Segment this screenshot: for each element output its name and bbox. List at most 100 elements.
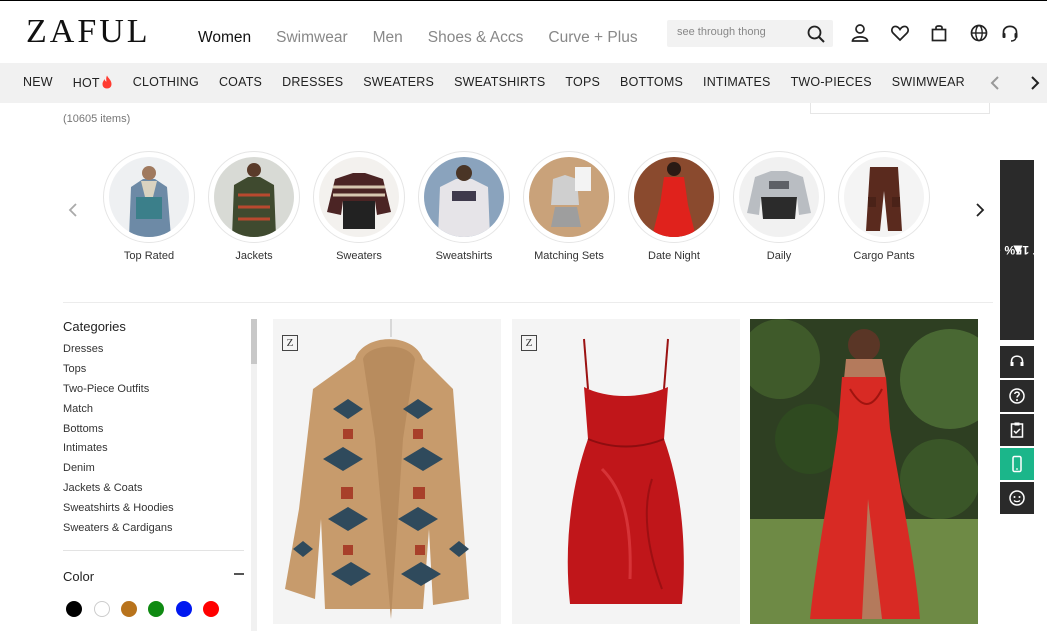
chevron-left-icon[interactable] <box>65 201 81 219</box>
dropdown-edge <box>810 103 990 114</box>
cat-sweaters[interactable]: SWEATERS <box>363 75 434 90</box>
daily-image <box>739 157 819 237</box>
chevron-right-icon[interactable] <box>972 201 988 219</box>
search-icon[interactable] <box>805 23 827 45</box>
product-card-red-satin-gown[interactable] <box>750 319 978 624</box>
product-image <box>512 319 740 624</box>
promo-tab[interactable]: GET 15% OFF ◀ <box>976 160 1047 340</box>
circle-matching-sets[interactable]: Matching Sets <box>521 151 617 262</box>
search-box <box>667 20 833 47</box>
nav-shoes-accs[interactable]: Shoes & Accs <box>428 29 524 47</box>
cat-sweatshirts[interactable]: SWEATSHIRTS <box>454 75 545 90</box>
chevron-right-icon[interactable] <box>1026 73 1044 93</box>
circle-top-rated[interactable]: Top Rated <box>101 151 197 262</box>
site-header: ZAFUL Women Swimwear Men Shoes & Accs Cu… <box>0 1 1047 63</box>
headset-icon <box>1010 355 1024 366</box>
jackets-image <box>214 157 294 237</box>
sidebar-scrollbar[interactable] <box>251 319 257 631</box>
search-input[interactable] <box>677 26 797 38</box>
circle-date-night[interactable]: Date Night <box>626 151 722 262</box>
swatch-white[interactable] <box>94 601 110 617</box>
cat-tops[interactable]: TOPS <box>565 75 600 90</box>
swatch-black[interactable] <box>66 601 82 617</box>
cat-intimates[interactable]: INTIMATES <box>703 75 771 90</box>
cat-hot[interactable]: HOT <box>73 75 113 90</box>
filter-sidebar: Categories Dresses Tops Two-Piece Outfit… <box>63 319 248 541</box>
color-heading: Color <box>63 569 95 584</box>
app-download-button[interactable] <box>1000 448 1034 480</box>
cat-two-pieces[interactable]: TWO-PIECES <box>791 75 872 90</box>
sweatshirts-image <box>424 157 504 237</box>
circle-label: Cargo Pants <box>853 250 915 262</box>
divider <box>63 302 993 303</box>
help-icon <box>1009 388 1025 404</box>
scrollbar-thumb[interactable] <box>251 319 257 364</box>
zaful-badge-icon: Z <box>521 335 537 351</box>
bag-icon[interactable] <box>928 22 950 44</box>
cat-dresses[interactable]: DRESSES <box>282 75 343 90</box>
cat-bottoms[interactable]: BOTTOMS <box>620 75 683 90</box>
cat-new[interactable]: NEW <box>23 75 53 90</box>
cat-swimwear[interactable]: SWIMWEAR <box>892 75 965 90</box>
circle-label: Top Rated <box>123 250 175 262</box>
filter-two-piece-outfits[interactable]: Two-Piece Outfits <box>63 382 248 402</box>
filter-match[interactable]: Match <box>63 402 248 422</box>
swatch-red[interactable] <box>203 601 219 617</box>
circle-daily[interactable]: Daily <box>731 151 827 262</box>
category-circles: Top Rated Jackets Sweaters Sweatshirts M… <box>100 151 940 271</box>
circle-label: Sweatshirts <box>435 250 493 262</box>
swatch-brown[interactable] <box>121 601 137 617</box>
chevron-left-icon[interactable] <box>986 73 1004 93</box>
face-icon <box>1009 490 1025 506</box>
cat-coats[interactable]: COATS <box>219 75 262 90</box>
help-button[interactable] <box>1000 380 1034 412</box>
circle-jackets[interactable]: Jackets <box>206 151 302 262</box>
circle-label: Daily <box>766 250 792 262</box>
circle-cargo-pants[interactable]: Cargo Pants <box>836 151 932 262</box>
filter-dresses[interactable]: Dresses <box>63 342 248 362</box>
cargo-pants-image <box>844 157 924 237</box>
product-image <box>273 319 501 624</box>
nav-men[interactable]: Men <box>373 29 403 47</box>
product-card-aztec-coat[interactable]: Z <box>273 319 501 624</box>
filter-sweaters-cardigans[interactable]: Sweaters & Cardigans <box>63 521 248 541</box>
matching-sets-image <box>529 157 609 237</box>
collapse-minus-icon[interactable] <box>234 573 244 575</box>
filter-jackets-coats[interactable]: Jackets & Coats <box>63 481 248 501</box>
main-nav: Women Swimwear Men Shoes & Accs Curve + … <box>198 29 663 47</box>
filter-bottoms[interactable]: Bottoms <box>63 422 248 442</box>
date-night-image <box>634 157 714 237</box>
zaful-logo[interactable]: ZAFUL <box>26 13 151 51</box>
globe-icon[interactable] <box>968 22 990 44</box>
nav-swimwear[interactable]: Swimwear <box>276 29 347 47</box>
circle-label: Sweaters <box>336 250 382 262</box>
filter-intimates[interactable]: Intimates <box>63 441 248 461</box>
swatch-blue[interactable] <box>176 601 192 617</box>
side-tools <box>1000 346 1034 516</box>
filter-sweatshirts-hoodies[interactable]: Sweatshirts & Hoodies <box>63 501 248 521</box>
product-card-red-satin-dress[interactable]: Z <box>512 319 740 624</box>
promo-label: GET 15% OFF ◀ <box>976 243 1047 257</box>
items-count: (10605 items) <box>63 113 131 125</box>
top-rated-image <box>109 157 189 237</box>
headset-icon[interactable] <box>999 22 1021 44</box>
circle-label: Matching Sets <box>534 250 604 262</box>
mobile-icon <box>1012 455 1022 473</box>
nav-curve-plus[interactable]: Curve + Plus <box>548 29 637 47</box>
feedback-button[interactable] <box>1000 482 1034 514</box>
survey-button[interactable] <box>1000 414 1034 446</box>
user-icon[interactable] <box>849 22 871 44</box>
divider <box>63 550 244 551</box>
cat-clothing[interactable]: CLOTHING <box>133 75 199 90</box>
promo-text: GET 15% OFF <box>975 243 1047 257</box>
zaful-badge-icon: Z <box>282 335 298 351</box>
swatch-green[interactable] <box>148 601 164 617</box>
sweaters-image <box>319 157 399 237</box>
circle-sweaters[interactable]: Sweaters <box>311 151 407 262</box>
heart-icon[interactable] <box>889 22 911 44</box>
circle-sweatshirts[interactable]: Sweatshirts <box>416 151 512 262</box>
filter-denim[interactable]: Denim <box>63 461 248 481</box>
nav-women[interactable]: Women <box>198 29 251 47</box>
support-button[interactable] <box>1000 346 1034 378</box>
filter-tops[interactable]: Tops <box>63 362 248 382</box>
